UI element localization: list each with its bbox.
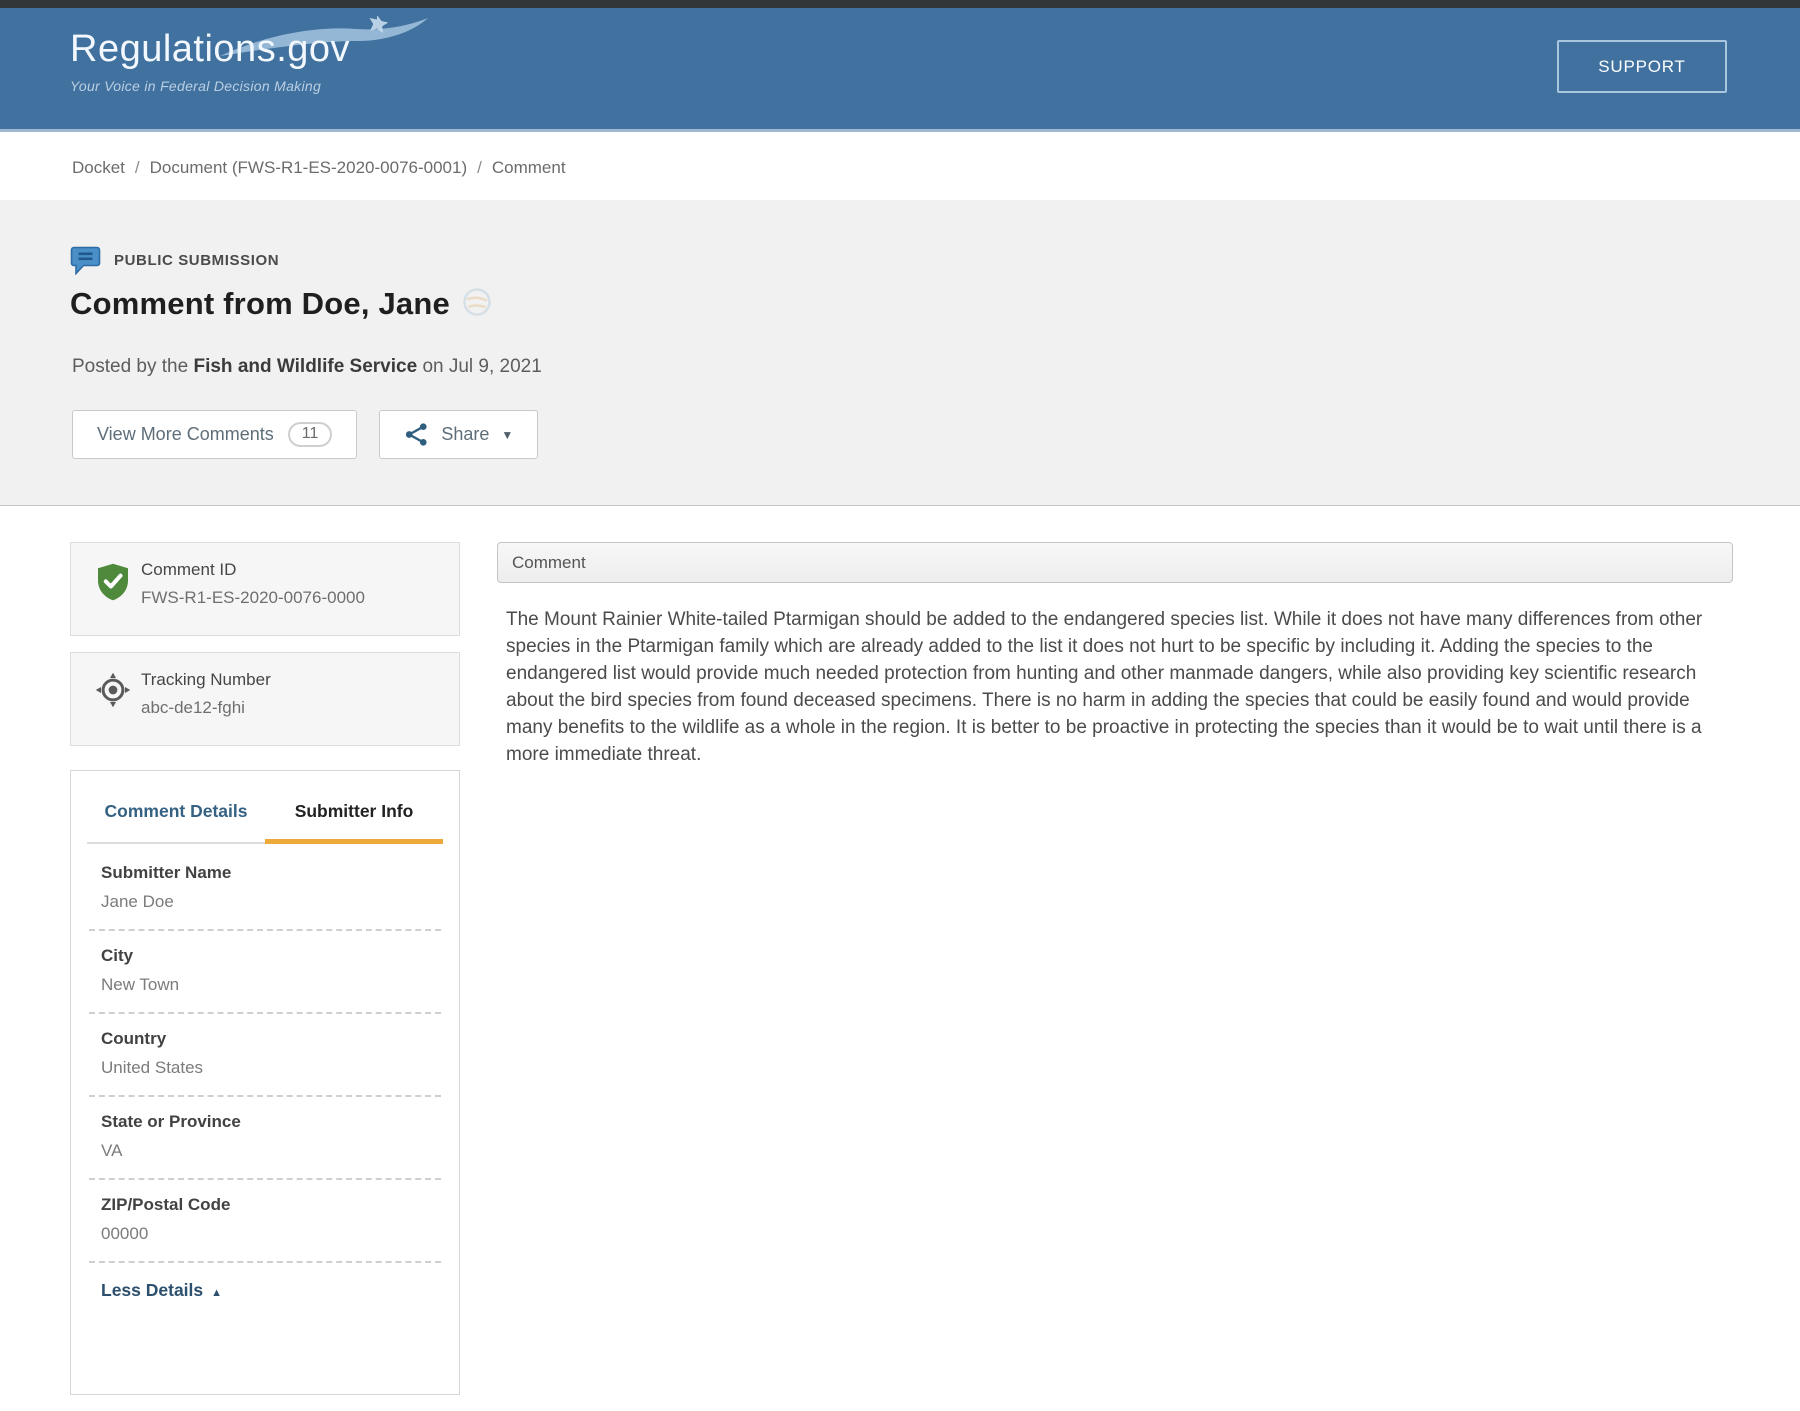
verified-shield-icon [95,562,141,607]
submitter-fields: Submitter Name Jane Doe City New Town Co… [71,844,459,1318]
tab-submitter-info[interactable]: Submitter Info [265,801,443,844]
breadcrumb: Docket / Document (FWS-R1-ES-2020-0076-0… [72,148,566,188]
logo-tagline: Your Voice in Federal Decision Making [70,78,350,94]
field-zip-postal-code: ZIP/Postal Code 00000 [89,1178,441,1261]
tracking-number-label: Tracking Number [141,670,271,690]
action-buttons-row: View More Comments 11 Share ▼ [72,410,538,459]
field-label: Submitter Name [101,863,429,883]
chevron-up-icon: ▲ [211,1287,222,1299]
faded-globe-icon [462,287,492,325]
field-label: ZIP/Postal Code [101,1195,429,1215]
share-button[interactable]: Share ▼ [379,410,538,459]
tab-comment-details[interactable]: Comment Details [87,801,265,844]
posted-by-line: Posted by the Fish and Wildlife Service … [72,356,542,378]
field-value: New Town [101,975,429,995]
field-value: United States [101,1058,429,1078]
public-submission-label: PUBLIC SUBMISSION [114,252,279,269]
top-dark-strip [0,0,1800,8]
field-state-or-province: State or Province VA [89,1095,441,1178]
tracking-number-card: Tracking Number abc-de12-fghi [70,652,460,746]
comment-body-text: The Mount Rainier White-tailed Ptarmigan… [506,606,1738,768]
breadcrumb-separator: / [135,158,140,178]
field-label: Country [101,1029,429,1049]
field-label: City [101,946,429,966]
tracking-number-text: Tracking Number abc-de12-fghi [141,670,271,718]
posted-agency: Fish and Wildlife Service [193,356,417,377]
breadcrumb-separator: / [477,158,482,178]
comment-id-text: Comment ID FWS-R1-ES-2020-0076-0000 [141,560,365,608]
comment-section-header: Comment [497,542,1733,583]
site-header: Regulations.gov Your Voice in Federal De… [0,8,1800,132]
support-button[interactable]: SUPPORT [1557,40,1727,93]
submission-hero-band: PUBLIC SUBMISSION Comment from Doe, Jane… [0,200,1800,506]
comment-id-card: Comment ID FWS-R1-ES-2020-0076-0000 [70,542,460,636]
less-details-label: Less Details [101,1280,203,1300]
page: Regulations.gov Your Voice in Federal De… [0,0,1800,1411]
speech-bubble-icon [70,246,101,275]
field-value: 00000 [101,1224,429,1244]
breadcrumb-document[interactable]: Document (FWS-R1-ES-2020-0076-0001) [150,158,467,178]
public-submission-badge: PUBLIC SUBMISSION [70,246,279,275]
view-more-comments-label: View More Comments [97,424,274,445]
view-more-comments-button[interactable]: View More Comments 11 [72,410,357,459]
posted-suffix: on Jul 9, 2021 [422,356,541,377]
share-label: Share [441,424,489,445]
logo-title: Regulations.gov [70,28,350,71]
field-city: City New Town [89,929,441,1012]
breadcrumb-comment: Comment [492,158,566,178]
tracking-number-value: abc-de12-fghi [141,698,271,718]
comments-count-badge: 11 [288,422,333,447]
chevron-down-icon: ▼ [501,428,513,442]
tracking-target-icon [95,672,141,713]
field-value: Jane Doe [101,892,429,912]
comment-id-label: Comment ID [141,560,365,580]
less-details-link[interactable]: Less Details ▲ [89,1261,441,1318]
share-icon [404,422,429,447]
field-label: State or Province [101,1112,429,1132]
breadcrumb-docket[interactable]: Docket [72,158,125,178]
comment-id-value: FWS-R1-ES-2020-0076-0000 [141,588,365,608]
page-title: Comment from Doe, Jane [70,286,492,325]
site-logo[interactable]: Regulations.gov Your Voice in Federal De… [70,28,350,94]
details-panel: Comment Details Submitter Info Submitter… [70,770,460,1395]
page-title-text: Comment from Doe, Jane [70,286,450,321]
field-submitter-name: Submitter Name Jane Doe [89,848,441,929]
comment-header-label: Comment [512,553,586,573]
details-tabs: Comment Details Submitter Info [71,801,459,844]
field-country: Country United States [89,1012,441,1095]
posted-prefix: Posted by the [72,356,188,377]
field-value: VA [101,1141,429,1161]
